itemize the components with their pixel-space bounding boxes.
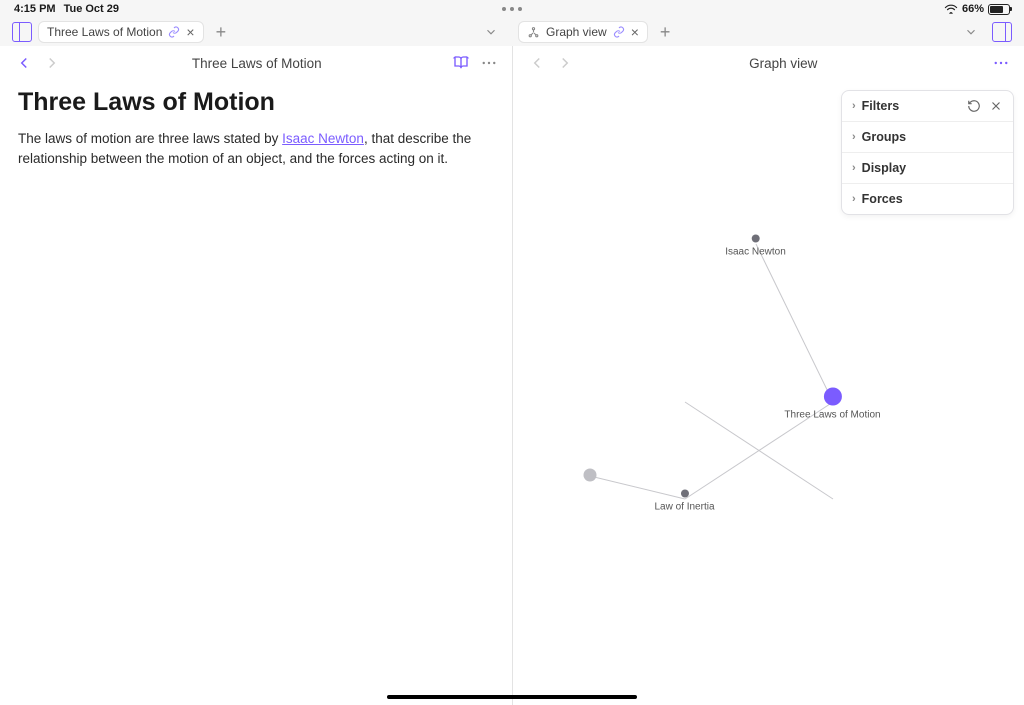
more-options-icon[interactable]: [992, 54, 1010, 72]
new-tab-button[interactable]: +: [654, 23, 677, 41]
note-title: Three Laws of Motion: [18, 88, 494, 117]
body-text-pre: The laws of motion are three laws stated…: [18, 131, 282, 146]
settings-label: Filters: [862, 99, 900, 113]
close-icon[interactable]: ×: [631, 25, 639, 39]
graph-icon: [527, 26, 540, 39]
tab-group-right: Graph view × +: [512, 18, 1024, 46]
node-dot: [583, 469, 596, 482]
tab-label: Graph view: [546, 25, 607, 39]
close-icon[interactable]: [989, 99, 1003, 113]
graph-canvas[interactable]: Isaac Newton Three Laws of Motion Law of…: [513, 80, 1024, 705]
pane-title: Graph view: [583, 56, 985, 71]
forward-button[interactable]: [42, 53, 62, 73]
battery-percent: 66%: [962, 3, 984, 15]
pane-editor: Three Laws of Motion Three Laws of Motio…: [0, 46, 512, 705]
graph-node-law-of-inertia[interactable]: Law of Inertia: [654, 490, 714, 513]
node-label: Three Laws of Motion: [784, 410, 880, 421]
pane-actions: [992, 54, 1010, 72]
pane-header: Graph view: [513, 46, 1024, 80]
left-sidebar-toggle-icon[interactable]: [12, 22, 32, 42]
settings-row-display[interactable]: › Display: [842, 153, 1013, 184]
back-button[interactable]: [527, 53, 547, 73]
settings-label: Forces: [862, 192, 903, 206]
node-dot: [752, 235, 760, 243]
status-time: 4:15 PM: [14, 3, 56, 15]
tab-graph-view[interactable]: Graph view ×: [518, 21, 648, 43]
note-content[interactable]: Three Laws of Motion The laws of motion …: [0, 80, 512, 178]
status-date: Tue Oct 29: [64, 3, 119, 15]
graph-node-three-laws[interactable]: Three Laws of Motion: [784, 388, 880, 421]
link-icon: [168, 26, 180, 38]
reset-icon[interactable]: [967, 99, 981, 113]
more-options-icon[interactable]: [480, 54, 498, 72]
node-dot: [680, 490, 688, 498]
graph-settings-panel: › Filters › Groups › Display ›: [841, 90, 1014, 215]
node-label: Isaac Newton: [725, 247, 786, 258]
settings-row-forces[interactable]: › Forces: [842, 184, 1013, 214]
battery-icon: [988, 4, 1010, 15]
chevron-right-icon: ›: [852, 162, 856, 174]
tab-dropdown-button[interactable]: [964, 25, 978, 39]
pane-header: Three Laws of Motion: [0, 46, 512, 80]
back-button[interactable]: [14, 53, 34, 73]
node-dot: [823, 388, 841, 406]
multitask-dots[interactable]: [502, 7, 522, 11]
graph-node-unlabeled[interactable]: [583, 469, 596, 486]
tab-label: Three Laws of Motion: [47, 25, 162, 39]
note-body: The laws of motion are three laws stated…: [18, 129, 494, 170]
pane-graph: Graph view Isaac Newton Three Laws of Mo: [513, 46, 1024, 705]
chevron-right-icon: ›: [852, 131, 856, 143]
tab-bar: Three Laws of Motion × + Graph view × +: [0, 18, 1024, 46]
status-left: 4:15 PM Tue Oct 29: [14, 3, 119, 15]
chevron-right-icon: ›: [852, 193, 856, 205]
tab-three-laws[interactable]: Three Laws of Motion ×: [38, 21, 204, 43]
new-tab-button[interactable]: +: [210, 23, 233, 41]
settings-row-groups[interactable]: › Groups: [842, 122, 1013, 153]
right-sidebar-toggle-icon[interactable]: [992, 22, 1012, 42]
settings-row-filters[interactable]: › Filters: [842, 91, 1013, 122]
home-indicator[interactable]: [387, 695, 637, 699]
graph-node-isaac-newton[interactable]: Isaac Newton: [725, 235, 786, 258]
pane-actions: [452, 54, 498, 72]
status-bar: 4:15 PM Tue Oct 29 66%: [0, 0, 1024, 18]
status-right: 66%: [944, 3, 1010, 15]
tab-group-left: Three Laws of Motion × +: [0, 18, 512, 46]
forward-button[interactable]: [555, 53, 575, 73]
reading-mode-icon[interactable]: [452, 54, 470, 72]
link-isaac-newton[interactable]: Isaac Newton: [282, 131, 364, 146]
close-icon[interactable]: ×: [186, 25, 194, 39]
wifi-icon: [944, 4, 958, 14]
node-label: Law of Inertia: [654, 502, 714, 513]
link-icon: [613, 26, 625, 38]
workspace: Three Laws of Motion Three Laws of Motio…: [0, 46, 1024, 705]
pane-title: Three Laws of Motion: [70, 56, 444, 71]
settings-label: Display: [862, 161, 906, 175]
settings-label: Groups: [862, 130, 906, 144]
tab-dropdown-button[interactable]: [484, 25, 498, 39]
chevron-right-icon: ›: [852, 100, 856, 112]
